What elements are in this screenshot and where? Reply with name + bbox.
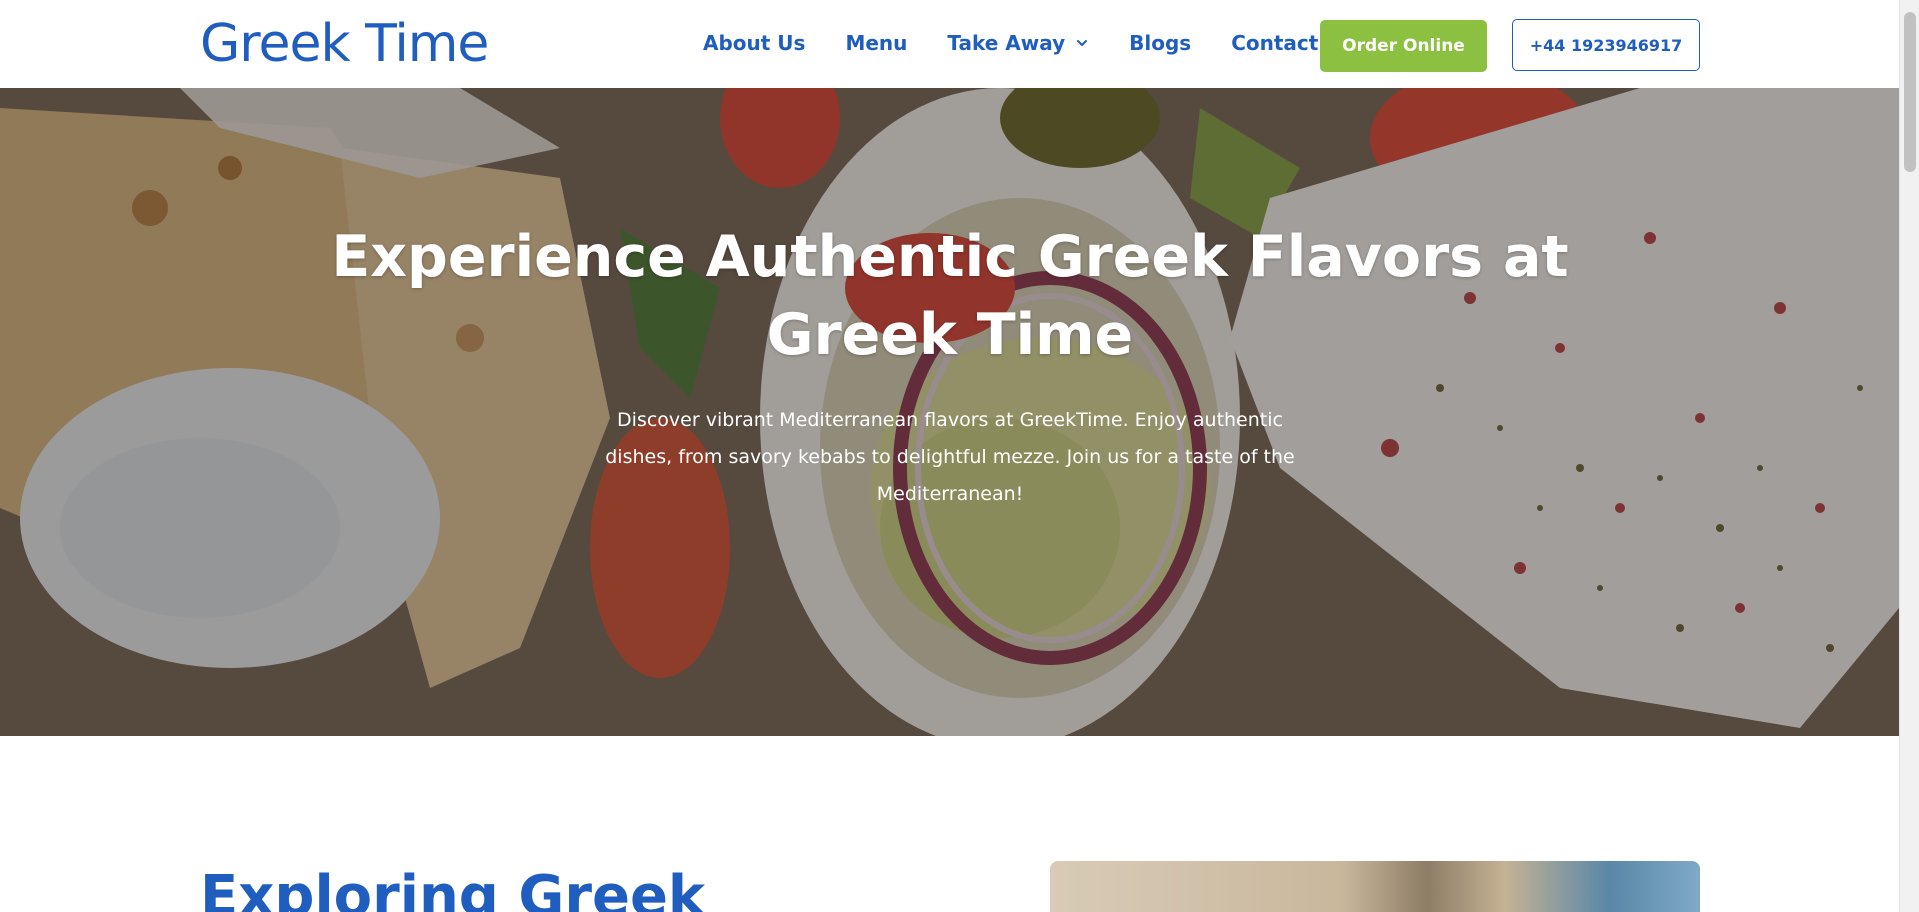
scrollbar-thumb[interactable] [1904,12,1916,172]
order-online-button[interactable]: Order Online [1320,20,1487,72]
hero-subtitle: Discover vibrant Mediterranean flavors a… [605,409,1295,505]
hero-title: Experience Authentic Greek Flavors at Gr… [331,224,1569,368]
chevron-down-icon [1077,40,1088,46]
nav-about-us[interactable]: About Us [703,30,805,56]
nav-contact[interactable]: Contact [1231,30,1318,56]
hero-section: Experience Authentic Greek Flavors at Gr… [0,88,1899,736]
section-image [1050,861,1700,912]
phone-button[interactable]: +44 1923946917 [1512,19,1700,71]
nav-blogs[interactable]: Blogs [1129,30,1191,56]
nav-take-away[interactable]: Take Away [947,30,1089,56]
section-heading: Exploring Greek [200,864,706,912]
nav-take-away-label: Take Away [947,31,1066,55]
page-scrollbar[interactable] [1899,0,1919,912]
main-nav: About Us Menu Take Away Blogs Contact [703,30,1318,56]
site-header: Greek Time About Us Menu Take Away Blogs… [0,0,1899,88]
nav-menu[interactable]: Menu [845,30,907,56]
site-logo[interactable]: Greek Time [200,12,489,76]
